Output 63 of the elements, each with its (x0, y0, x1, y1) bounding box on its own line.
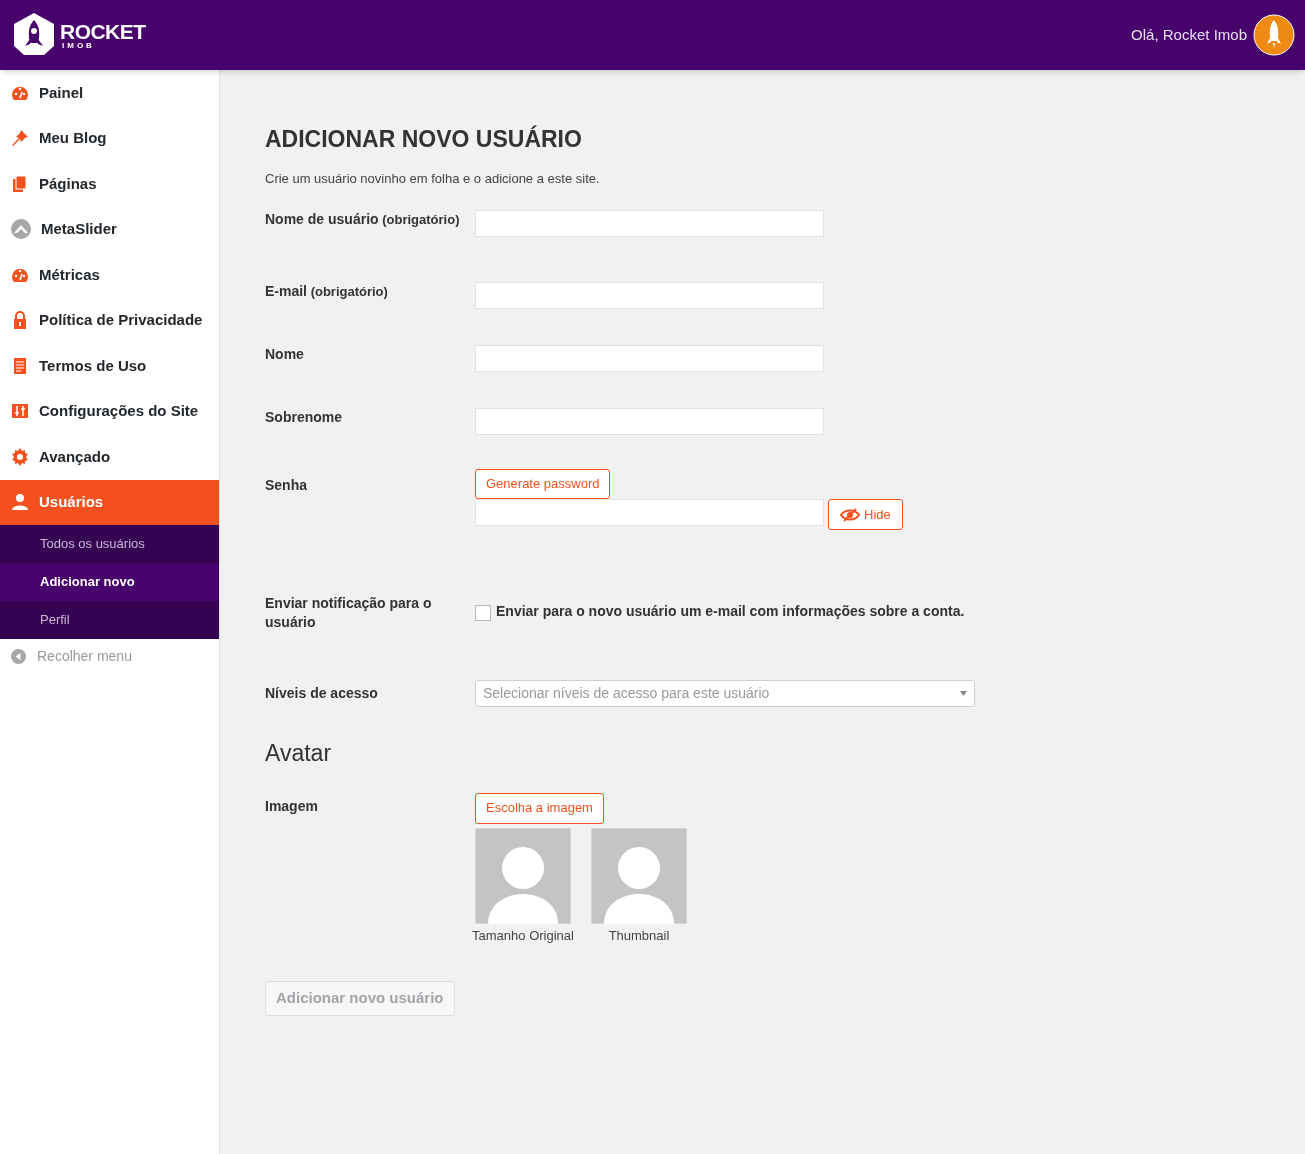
sidebar-label: Configurações do Site (39, 401, 199, 421)
submenu-item[interactable]: Perfil (0, 601, 219, 639)
logo[interactable]: ROCKET IMOB (10, 11, 146, 59)
settings-icon (11, 447, 29, 466)
choose-image-button[interactable]: Escolha a imagem (475, 792, 604, 824)
logo-text: ROCKET (60, 20, 146, 42)
checkbox-label[interactable]: Enviar para o novo usuário um e-mail com informações sobre a conta. (496, 601, 965, 622)
sidebar-label: Painel (39, 82, 84, 103)
field-label: Enviar notificação para o usuário (265, 594, 433, 632)
sidebar-label: Meu Blog (39, 128, 107, 148)
user-icon (11, 493, 29, 512)
sidebar-label: Páginas (39, 173, 97, 194)
sidebar-item[interactable]: Termos de Uso (0, 343, 219, 389)
sidebar-label: Termos de Uso (39, 355, 147, 376)
sidebar-item[interactable]: Política de Privacidade (0, 297, 219, 343)
page-description: Crie um usuário novinho em folha e o adicione a este site. (265, 169, 601, 188)
sidebar-item[interactable]: Meu Blog (0, 115, 219, 161)
field-label: Níveis de acesso (265, 683, 379, 703)
user-greeting[interactable]: Olá, Rocket Imob (1131, 23, 1247, 47)
submenu-item[interactable]: Adicionar novo (0, 563, 219, 601)
field-label: Imagem (265, 796, 319, 816)
field-label: Nome (265, 345, 305, 364)
text-field[interactable] (475, 408, 824, 435)
field-label: E-mail (obrigatório) (265, 282, 389, 301)
password-field[interactable] (475, 499, 824, 526)
sidebar-item[interactable]: Configurações do Site (0, 388, 219, 434)
text-field[interactable] (475, 282, 824, 309)
sidebar-label: MetaSlider (41, 219, 117, 239)
mountain-icon (11, 219, 31, 240)
field-label: Sobrenome (265, 408, 343, 427)
dropdown-caret-icon (960, 690, 967, 696)
preview-caption: Tamanho Original (472, 926, 574, 945)
checkbox[interactable] (475, 605, 491, 621)
sidebar-item[interactable]: Páginas (0, 161, 219, 207)
avatar-placeholder-icon (475, 827, 571, 924)
field-label: Senha (265, 476, 308, 495)
submenu-item[interactable]: Todos os usuários (0, 525, 219, 563)
page-title: ADICIONAR NOVO USUÁRIO (265, 124, 583, 154)
field-label: Nome de usuário (obrigatório) (265, 210, 461, 229)
avatar-icon[interactable] (1253, 14, 1295, 56)
sidebar-item[interactable]: Métricas (0, 252, 219, 298)
lock-icon (11, 311, 29, 330)
hide-password-button[interactable]: Hide (828, 499, 903, 530)
pages-icon (11, 174, 29, 193)
preview-caption: Thumbnail (608, 926, 670, 945)
avatar-placeholder-icon (591, 827, 687, 924)
collapse-icon (10, 647, 27, 665)
document-icon (11, 356, 29, 375)
generate-password-button[interactable]: Generate password (475, 469, 611, 499)
sidebar-item[interactable]: Avançado (0, 434, 219, 480)
pin-icon (11, 129, 29, 148)
eye-slash-icon (840, 507, 860, 522)
sidebar-label: Usuários (39, 492, 104, 512)
sidebar-item[interactable]: MetaSlider (0, 206, 219, 252)
sliders-icon (11, 402, 29, 421)
sidebar-label: Avançado (39, 446, 111, 467)
logo-subtext: IMOB (62, 41, 96, 50)
sidebar-label: Métricas (39, 264, 100, 285)
text-field[interactable] (475, 210, 824, 237)
sidebar-label: Política de Privacidade (39, 310, 203, 330)
section-heading: Avatar (265, 739, 333, 768)
text-field[interactable] (475, 345, 824, 372)
sidebar-item[interactable]: Painel (0, 70, 219, 116)
